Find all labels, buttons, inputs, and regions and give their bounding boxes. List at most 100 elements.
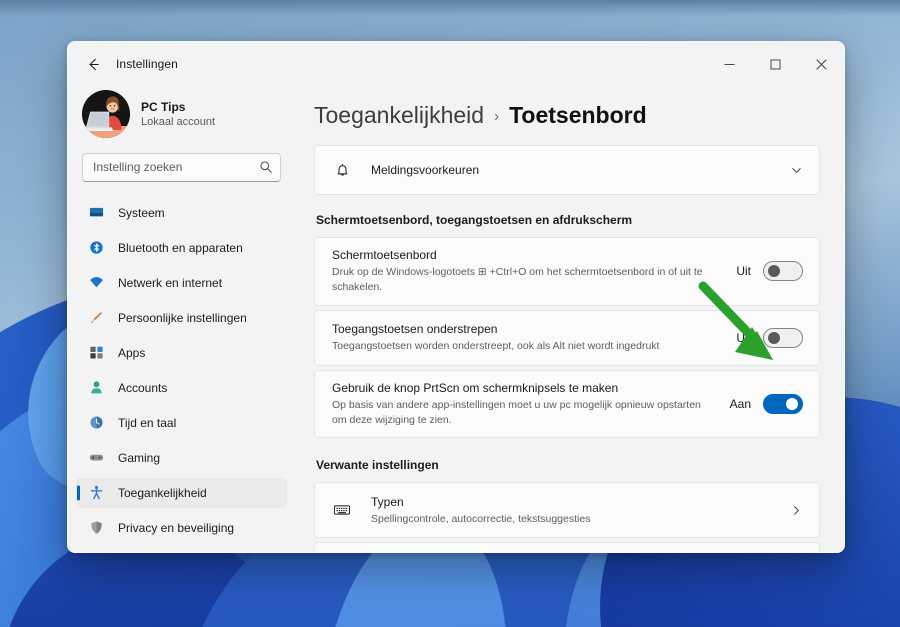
sidebar-item-label: Netwerk en internet	[118, 276, 222, 290]
setting-row-schermtoetsenbord[interactable]: Schermtoetsenbord Druk op de Windows-log…	[314, 237, 820, 306]
sidebar: PC Tips Lokaal account	[68, 86, 293, 552]
card-text: Taal en regio Weergavetaal, voorkeurstaa…	[371, 545, 778, 552]
card-title: Toegangstoetsen onderstrepen	[332, 321, 724, 337]
sidebar-item-label: Bluetooth en apparaten	[118, 241, 243, 255]
section-heading-keyboard: Schermtoetsenbord, toegangstoetsen en af…	[316, 213, 820, 227]
back-button[interactable]	[76, 49, 110, 79]
main-content: Toegankelijkheid › Toetsenbord Meldingsv…	[293, 86, 844, 552]
related-item-typen[interactable]: Typen Spellingcontrole, autocorrectie, t…	[314, 482, 820, 538]
sidebar-item-accounts[interactable]: Accounts	[76, 373, 287, 403]
account-block[interactable]: PC Tips Lokaal account	[76, 86, 287, 139]
close-icon	[816, 59, 827, 70]
card-right	[790, 164, 803, 177]
bell-icon	[332, 162, 352, 179]
toggle-switch-schermtoetsenbord[interactable]	[763, 261, 803, 281]
sidebar-item-tijd-en-taal[interactable]: Tijd en taal	[76, 408, 287, 438]
window-caption-buttons	[706, 42, 844, 86]
sidebar-item-label: Persoonlijke instellingen	[118, 311, 247, 325]
maximize-icon	[770, 59, 781, 70]
gamepad-icon	[88, 450, 104, 466]
card-description: Spellingcontrole, autocorrectie, tekstsu…	[371, 512, 778, 527]
card-right: Uit	[736, 261, 803, 281]
card-right: Aan	[730, 394, 803, 414]
toggle-state-label: Aan	[730, 397, 751, 411]
search-input[interactable]	[82, 153, 281, 182]
sidebar-item-toegankelijkheid[interactable]: Toegankelijkheid	[76, 478, 287, 508]
close-button[interactable]	[798, 42, 844, 86]
wifi-icon	[88, 275, 104, 291]
card-title: Gebruik de knop PrtScn om schermknipsels…	[332, 380, 718, 396]
person-icon	[88, 380, 104, 396]
sidebar-item-privacy[interactable]: Privacy en beveiliging	[76, 513, 287, 543]
search-container	[82, 153, 281, 182]
toggle-switch-toegangstoetsen[interactable]	[763, 328, 803, 348]
card-text: Typen Spellingcontrole, autocorrectie, t…	[371, 485, 778, 536]
toggle-switch-prtscn[interactable]	[763, 394, 803, 414]
card-text: Toegangstoetsen onderstrepen Toegangstoe…	[332, 312, 724, 363]
breadcrumb: Toegankelijkheid › Toetsenbord	[314, 86, 820, 145]
chevron-down-icon[interactable]	[790, 164, 803, 177]
wallpaper-top-shade	[0, 0, 900, 16]
app-title: Instellingen	[116, 57, 178, 71]
toggle-knob	[786, 398, 798, 410]
card-text: Meldingsvoorkeuren	[371, 153, 778, 187]
back-arrow-icon	[86, 57, 101, 72]
page-title: Toetsenbord	[509, 102, 647, 129]
monitor-icon	[88, 205, 104, 221]
paintbrush-icon	[88, 310, 104, 326]
minimize-button[interactable]	[706, 42, 752, 86]
card-description: Toegangstoetsen worden onderstreept, ook…	[332, 339, 724, 354]
avatar	[82, 90, 130, 138]
sidebar-item-windows-update[interactable]: Windows Update	[76, 548, 287, 552]
sidebar-item-netwerk[interactable]: Netwerk en internet	[76, 268, 287, 298]
sidebar-item-persoonlijke-instellingen[interactable]: Persoonlijke instellingen	[76, 303, 287, 333]
window-body: PC Tips Lokaal account	[68, 86, 844, 552]
sidebar-item-label: Tijd en taal	[118, 416, 176, 430]
sidebar-item-label: Systeem	[118, 206, 165, 220]
shield-icon	[88, 520, 104, 536]
toggle-knob	[768, 332, 780, 344]
section-heading-related: Verwante instellingen	[316, 458, 820, 472]
card-title: Typen	[371, 494, 778, 510]
sidebar-item-apps[interactable]: Apps	[76, 338, 287, 368]
card-right: Uit	[736, 328, 803, 348]
breadcrumb-parent[interactable]: Toegankelijkheid	[314, 102, 484, 129]
toggle-knob	[768, 265, 780, 277]
clock-globe-icon	[88, 415, 104, 431]
related-item-taal-en-regio[interactable]: A 文 Taal en regio Weergavetaal, voorkeur…	[314, 542, 820, 552]
card-text: Schermtoetsenbord Druk op de Windows-log…	[332, 238, 724, 305]
title-bar: Instellingen	[68, 42, 844, 86]
settings-window: Instellingen	[67, 41, 845, 553]
accessibility-person-icon	[88, 485, 104, 501]
sidebar-nav: Systeem Bluetooth en apparaten	[76, 198, 287, 552]
account-text: PC Tips Lokaal account	[141, 100, 215, 130]
card-text: Gebruik de knop PrtScn om schermknipsels…	[332, 371, 718, 438]
apps-grid-icon	[88, 345, 104, 361]
card-title: Schermtoetsenbord	[332, 247, 724, 263]
setting-row-prtscn[interactable]: Gebruik de knop PrtScn om schermknipsels…	[314, 370, 820, 439]
sidebar-item-systeem[interactable]: Systeem	[76, 198, 287, 228]
toggle-state-label: Uit	[736, 264, 751, 278]
account-subtitle: Lokaal account	[141, 116, 215, 130]
sidebar-item-bluetooth[interactable]: Bluetooth en apparaten	[76, 233, 287, 263]
sidebar-item-gaming[interactable]: Gaming	[76, 443, 287, 473]
account-name: PC Tips	[141, 100, 215, 115]
toggle-state-label: Uit	[736, 331, 751, 345]
sidebar-item-label: Apps	[118, 346, 145, 360]
card-description: Op basis van andere app-instellingen moe…	[332, 398, 718, 428]
notification-preferences-card[interactable]: Meldingsvoorkeuren	[314, 145, 820, 195]
maximize-button[interactable]	[752, 42, 798, 86]
sidebar-item-label: Privacy en beveiliging	[118, 521, 234, 535]
chevron-right-icon[interactable]	[790, 504, 803, 517]
bluetooth-icon	[88, 240, 104, 256]
setting-row-toegangstoetsen-onderstrepen[interactable]: Toegangstoetsen onderstrepen Toegangstoe…	[314, 310, 820, 366]
keyboard-icon	[332, 501, 352, 519]
sidebar-item-label: Accounts	[118, 381, 167, 395]
card-right	[790, 504, 803, 517]
minimize-icon	[724, 59, 735, 70]
user-avatar-illustration	[82, 90, 130, 138]
sidebar-item-label: Gaming	[118, 451, 160, 465]
breadcrumb-separator: ›	[494, 108, 499, 125]
card-description: Druk op de Windows-logotoets ⊞ +Ctrl+O o…	[332, 265, 724, 295]
card-title: Meldingsvoorkeuren	[371, 162, 778, 178]
